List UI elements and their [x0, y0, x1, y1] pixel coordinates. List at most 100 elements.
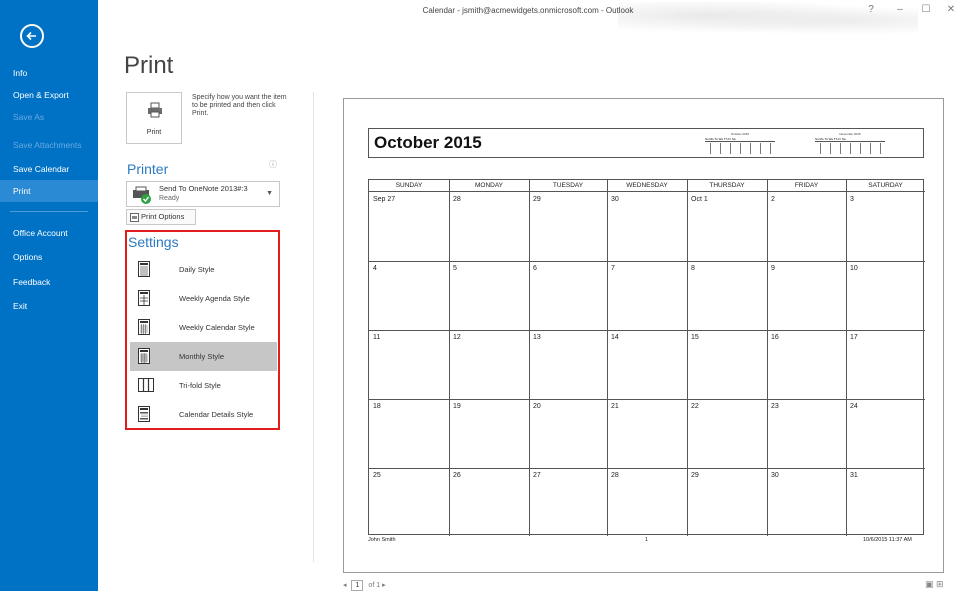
day-cell-date: 26 [453, 472, 461, 479]
page-navigator: ◂ 1 of 1 ▸ [343, 580, 386, 591]
close-button[interactable]: ✕ [941, 4, 958, 15]
backstage-nav: Info Open & Export Save As Save Attachme… [0, 0, 98, 591]
actual-size-icon[interactable]: ▣ [925, 579, 934, 589]
back-button[interactable] [20, 24, 44, 48]
mini-calendar-column [710, 143, 711, 154]
nav-exit[interactable]: Exit [0, 295, 98, 317]
help-button[interactable]: ? [861, 4, 881, 15]
onenote-printer-icon [133, 186, 151, 204]
style-label: Daily Style [179, 265, 215, 274]
style-weekly-agenda[interactable]: Weekly Agenda Style [130, 284, 277, 313]
day-header: MONDAY [474, 182, 504, 189]
day-cell-date: 21 [611, 403, 619, 410]
day-cell-date: 27 [533, 472, 541, 479]
day-cell-date: 9 [771, 265, 775, 272]
style-calendar-details[interactable]: Calendar Details Style [130, 400, 277, 429]
mini-calendar-column [730, 143, 731, 154]
day-cell-date: 11 [373, 334, 381, 341]
print-button[interactable]: Print [126, 92, 182, 144]
mini-calendar-column [820, 143, 821, 154]
day-cell-date: Sep 27 [373, 196, 396, 203]
style-daily[interactable]: Daily Style [130, 255, 277, 284]
footer-page-number: 1 [645, 537, 649, 543]
mini-calendar-days: Su Mo Tu We Th Fr Sa [705, 137, 736, 141]
nav-office-account[interactable]: Office Account [0, 222, 98, 244]
day-cell-date: 6 [533, 265, 537, 272]
mini-calendar-column [740, 143, 741, 154]
mini-calendar-column [880, 143, 881, 154]
print-settings-panel: Print Print Specify how you want the ite… [98, 40, 313, 591]
print-description: Specify how you want the item to be prin… [192, 94, 287, 117]
mini-calendar-title: October 2015 [730, 132, 750, 136]
mini-calendar-column [840, 143, 841, 154]
day-header: FRIDAY [794, 182, 819, 189]
day-cell-date: 16 [771, 334, 779, 341]
style-weekly-calendar[interactable]: Weekly Calendar Style [130, 313, 277, 342]
mini-calendar-november: November 2015 Su Mo Tu We Th Fr Sa [815, 132, 885, 156]
minimize-button[interactable]: – [890, 4, 910, 15]
print-options-label: Print Options [141, 212, 185, 221]
monthly-style-icon [138, 348, 150, 364]
day-cell-date: 12 [453, 334, 461, 341]
printer-dropdown[interactable]: Send To OneNote 2013#:3 Ready ▼ [126, 181, 280, 207]
mini-calendar-october: October 2015 Su Mo Tu We Th Fr Sa [705, 132, 775, 156]
print-options-button[interactable]: Print Options [126, 209, 196, 225]
week-rule [369, 330, 925, 331]
day-cell-date: 17 [850, 334, 858, 341]
printer-name: Send To OneNote 2013#:3 [159, 184, 248, 193]
style-label: Calendar Details Style [179, 410, 254, 419]
month-grid: SUNDAY MONDAY TUESDAY WEDNESDAY THURSDAY FRID… [368, 179, 925, 536]
panel-divider [313, 92, 314, 562]
settings-highlight: Settings Daily Style Weekly Agenda Style [125, 230, 280, 430]
title-bar: Calendar - jsmith@acmewidgets.onmicrosof… [98, 0, 958, 40]
fit-page-icon[interactable]: ⊞ [936, 579, 944, 589]
nav-options[interactable]: Options [0, 246, 98, 268]
page-number-input[interactable]: 1 [351, 580, 364, 591]
style-trifold[interactable]: Tri-fold Style [130, 371, 277, 400]
style-label: Monthly Style [179, 352, 225, 361]
info-icon[interactable]: ⓘ [269, 159, 277, 170]
day-cell-date: 2 [771, 196, 775, 203]
nav-save-calendar[interactable]: Save Calendar [0, 158, 98, 180]
nav-feedback[interactable]: Feedback [0, 271, 98, 293]
day-cell-date: 30 [611, 196, 619, 203]
maximize-button[interactable]: ☐ [916, 4, 936, 15]
day-cell-date: 13 [533, 334, 541, 341]
column-rule [449, 180, 450, 536]
column-rule [529, 180, 530, 536]
back-arrow-icon [26, 31, 36, 41]
mini-calendar-title: November 2015 [839, 132, 861, 136]
window-title: Calendar - jsmith@acmewidgets.onmicrosof… [422, 6, 634, 15]
print-preview: October 2015 October 2015 Su Mo Tu We Th… [343, 98, 944, 573]
nav-save-attachments: Save Attachments [13, 140, 82, 150]
month-title: October 2015 [374, 133, 482, 152]
mini-calendar-column [720, 143, 721, 154]
day-cell-date: Oct 1 [691, 196, 708, 203]
day-cell-date: 31 [850, 472, 858, 479]
week-rule [369, 399, 925, 400]
nav-divider [10, 211, 88, 212]
day-cell-date: 20 [533, 403, 541, 410]
nav-info[interactable]: Info [0, 62, 98, 84]
day-cell-date: 14 [611, 334, 619, 341]
mini-calendar-column [750, 143, 751, 154]
nav-open-export[interactable]: Open & Export [0, 84, 98, 106]
mini-calendar-days: Su Mo Tu We Th Fr Sa [815, 137, 846, 141]
week-rule [369, 261, 925, 262]
next-page-icon[interactable]: ▸ [382, 582, 386, 589]
style-label: Weekly Calendar Style [179, 323, 255, 332]
day-cell-date: 15 [691, 334, 699, 341]
print-button-label: Print [146, 129, 162, 136]
day-header: TUESDAY [552, 182, 584, 189]
day-cell-date: 7 [611, 265, 615, 272]
day-cell-date: 29 [691, 472, 699, 479]
mini-calendar-rule [705, 141, 775, 142]
nav-print[interactable]: Print [0, 180, 98, 202]
column-rule [607, 180, 608, 536]
day-header: THURSDAY [709, 182, 745, 189]
mini-calendar-column [830, 143, 831, 154]
previous-page-icon[interactable]: ◂ [343, 582, 347, 589]
calendar-details-style-icon [138, 406, 150, 422]
style-monthly[interactable]: Monthly Style [130, 342, 277, 371]
printer-icon [148, 102, 162, 118]
